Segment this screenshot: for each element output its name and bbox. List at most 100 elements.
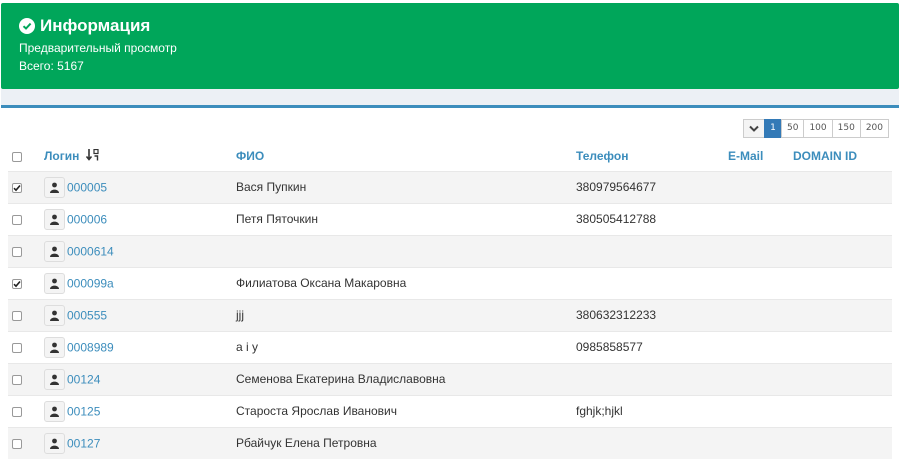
page-size-200[interactable]: 200 [859, 119, 889, 138]
login-link[interactable]: 00125 [67, 404, 100, 418]
page-size-150[interactable]: 150 [831, 119, 861, 138]
fio-cell: Филиатова Оксана Макаровна [236, 266, 576, 299]
login-link[interactable]: 00124 [67, 372, 100, 386]
row-checkbox[interactable] [12, 439, 22, 450]
login-link[interactable]: 00127 [67, 436, 100, 450]
login-cell: 00127 [44, 426, 236, 459]
row-select-cell [8, 202, 44, 235]
phone-column-header[interactable]: Телефон [576, 142, 728, 171]
user-icon[interactable] [44, 336, 65, 358]
login-cell: 0008989 [44, 330, 236, 363]
email-column-header[interactable]: E-Mail [728, 142, 793, 171]
row-checkbox[interactable] [12, 342, 22, 353]
login-link[interactable]: 000006 [67, 212, 107, 226]
check-circle-icon [19, 18, 35, 34]
domain-cell [793, 330, 892, 363]
domain-cell [793, 426, 892, 459]
user-icon[interactable] [44, 208, 65, 230]
domain-column-header[interactable]: DOMAIN ID [793, 142, 892, 171]
chevron-down-icon [749, 125, 759, 132]
domain-cell [793, 234, 892, 267]
users-table: Логин ФИО Телефон E-Mail DOMAIN ID 00000… [8, 142, 892, 459]
user-icon[interactable] [44, 240, 65, 262]
row-checkbox[interactable] [12, 182, 22, 193]
row-checkbox[interactable] [12, 214, 22, 225]
email-cell [728, 298, 793, 331]
alert-total-text: Всего: 5167 [19, 59, 84, 73]
row-select-cell [8, 266, 44, 299]
sort-numeric-icon[interactable] [85, 148, 100, 164]
email-cell [728, 234, 793, 267]
phone-cell: 0985858577 [576, 330, 728, 363]
email-cell [728, 266, 793, 299]
table-row: 00127 Рбайчук Елена Петровна [8, 426, 892, 459]
alert-title-row: Информация [19, 15, 881, 37]
fio-cell: a i y [236, 330, 576, 363]
user-icon[interactable] [44, 272, 65, 294]
user-icon[interactable] [44, 400, 65, 422]
login-cell: 000005 [44, 170, 236, 203]
login-column-header[interactable]: Логин [44, 142, 236, 171]
domain-cell [793, 266, 892, 299]
phone-cell [576, 234, 728, 267]
domain-cell [793, 202, 892, 235]
select-all-checkbox[interactable] [12, 152, 22, 163]
fio-cell: jjj [236, 298, 576, 331]
row-select-cell [8, 394, 44, 427]
info-alert: Информация Предварительный просмотр Всег… [1, 3, 899, 89]
table-row: 000555 jjj 380632312233 [8, 298, 892, 331]
domain-cell [793, 170, 892, 203]
row-select-cell [8, 170, 44, 203]
phone-cell [576, 266, 728, 299]
fio-column-header[interactable]: ФИО [236, 142, 576, 171]
row-checkbox[interactable] [12, 374, 22, 385]
login-cell: 000006 [44, 202, 236, 235]
login-cell: 00124 [44, 362, 236, 395]
row-checkbox[interactable] [12, 310, 22, 321]
login-cell: 000099a [44, 266, 236, 299]
phone-cell [576, 426, 728, 459]
fio-cell [236, 234, 576, 267]
login-link[interactable]: 000005 [67, 180, 107, 194]
row-checkbox[interactable] [12, 246, 22, 257]
fio-cell: Рбайчук Елена Петровна [236, 426, 576, 459]
domain-cell [793, 394, 892, 427]
user-icon[interactable] [44, 432, 65, 454]
row-checkbox[interactable] [12, 406, 22, 417]
user-icon[interactable] [44, 368, 65, 390]
content-gap [1, 89, 899, 105]
table-header-row: Логин ФИО Телефон E-Mail DOMAIN ID [8, 142, 892, 171]
phone-cell: 380632312233 [576, 298, 728, 331]
page-size-50[interactable]: 50 [780, 119, 805, 138]
login-link[interactable]: 000555 [67, 308, 107, 322]
phone-cell: 380979564677 [576, 170, 728, 203]
email-cell [728, 426, 793, 459]
alert-title: Информация [40, 16, 151, 35]
alert-preview-text: Предварительный просмотр [19, 41, 177, 55]
page-size-100[interactable]: 100 [803, 119, 833, 138]
table-row: 0008989 a i y 0985858577 [8, 330, 892, 363]
row-checkbox[interactable] [12, 278, 22, 289]
email-cell [728, 170, 793, 203]
table-row: 000099a Филиатова Оксана Макаровна [8, 266, 892, 299]
login-link[interactable]: 000099a [67, 276, 114, 290]
email-cell [728, 394, 793, 427]
row-select-cell [8, 298, 44, 331]
login-header-label: Логин [44, 148, 80, 163]
phone-cell [576, 362, 728, 395]
select-all-cell [8, 142, 44, 171]
row-select-cell [8, 234, 44, 267]
login-cell: 0000614 [44, 234, 236, 267]
table-row: 00125 Староста Ярослав Иванович fghjk;hjkl [8, 394, 892, 427]
user-icon[interactable] [44, 304, 65, 326]
table-row: 00124 Семенова Екатерина Владиславовна [8, 362, 892, 395]
login-link[interactable]: 0008989 [67, 340, 114, 354]
table-row: 000006 Петя Пяточкин 380505412788 [8, 202, 892, 235]
email-cell [728, 362, 793, 395]
table-row: 000005 Вася Пупкин 380979564677 [8, 170, 892, 203]
page-size-1[interactable]: 1 [763, 119, 782, 138]
row-select-cell [8, 426, 44, 459]
user-icon[interactable] [44, 176, 65, 198]
login-link[interactable]: 0000614 [67, 244, 114, 258]
page-size-toggle[interactable] [742, 119, 765, 138]
